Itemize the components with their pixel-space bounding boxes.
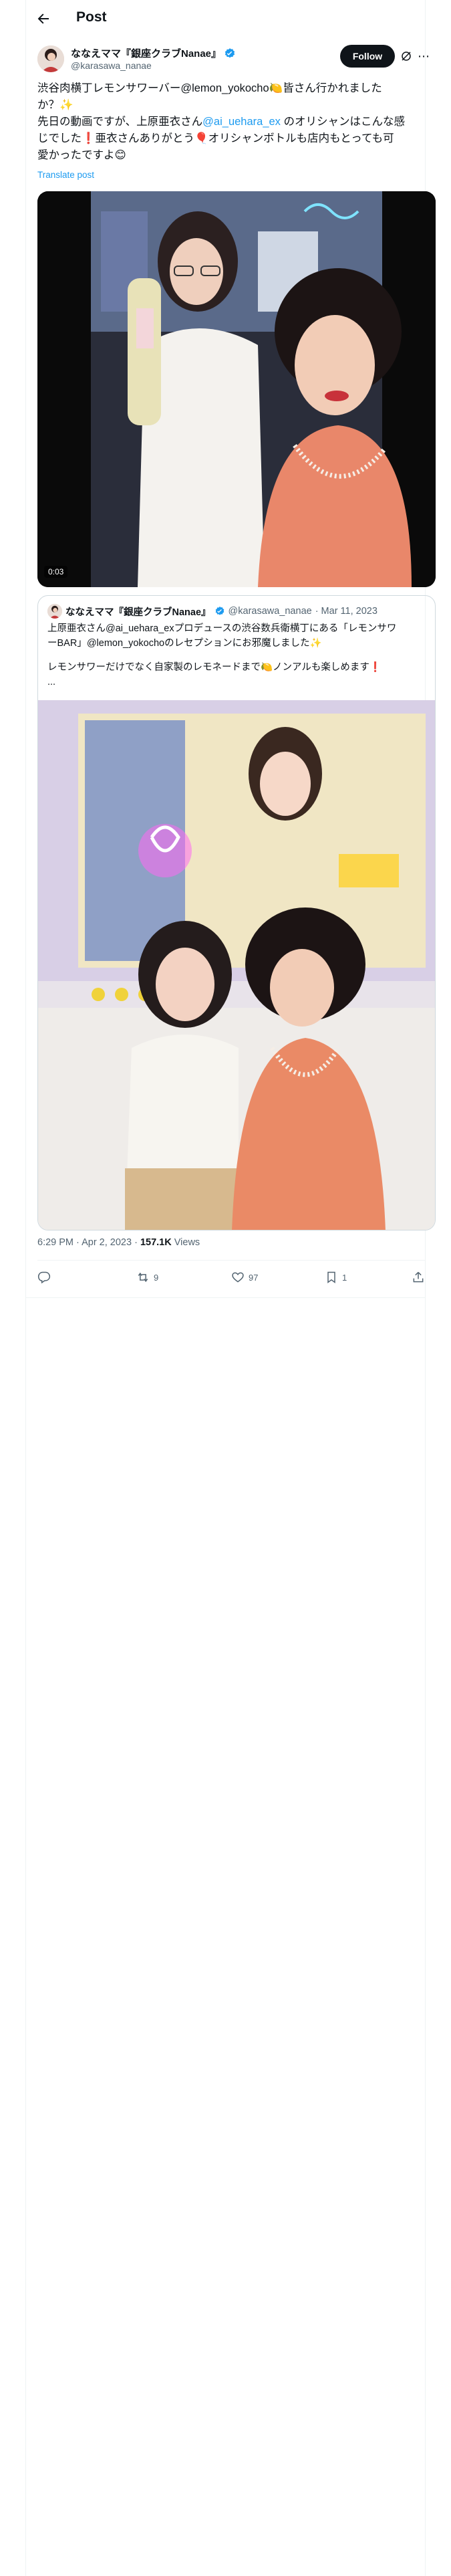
grok-icon[interactable]	[400, 50, 412, 62]
more-options-icon[interactable]: ⋯	[418, 49, 430, 64]
repost-button[interactable]: 9	[136, 1271, 158, 1284]
share-icon	[413, 1271, 424, 1283]
bookmark-button[interactable]: 1	[325, 1271, 347, 1284]
quoted-line-1: 上原亜衣さん@ai_uehara_exプロデュースの渋谷数兵衛横丁にある「レモン…	[47, 623, 397, 634]
video-frame-image	[37, 191, 436, 587]
quoted-line-2: ーBAR」@lemon_yokochoのレセプションにお邪魔しました✨	[47, 638, 322, 649]
column-border-left	[25, 0, 26, 2576]
quoted-author-handle: @karasawa_nanae	[228, 606, 312, 617]
verified-badge-icon	[224, 47, 235, 58]
like-button[interactable]: 97	[231, 1271, 258, 1284]
like-count: 97	[249, 1272, 259, 1283]
avatar[interactable]	[37, 45, 64, 72]
post-text: 渋谷肉横丁レモンサワーバー@lemon_yokocho🍋皆さん行かれました か？…	[37, 80, 418, 164]
follow-button[interactable]: Follow	[340, 45, 395, 68]
author-name[interactable]: ななえママ『銀座クラブNanae』	[71, 46, 221, 60]
quoted-text: 上原亜衣さん@ai_uehara_exプロデュースの渋谷数兵衛横丁にある「レモン…	[47, 621, 428, 689]
mention-link[interactable]: @ai_uehara_ex	[202, 116, 281, 128]
back-arrow-icon[interactable]	[35, 11, 51, 27]
post-timestamp: 6:29 PM · Apr 2, 2023 · 157.1K Views	[37, 1237, 200, 1248]
author-handle[interactable]: @karasawa_nanae	[71, 60, 152, 71]
video-player[interactable]: 0:03	[37, 191, 436, 587]
verified-badge-icon	[215, 607, 224, 615]
post-line-2: か？✨	[37, 99, 73, 111]
post-line-4: じでした❗️亜衣さんありがとう🎈オリシャンボトルも店内もとっても可	[37, 132, 394, 144]
bookmark-icon	[327, 1271, 335, 1283]
quoted-line-3: レモンサワーだけでなく自家製のレモネードまで🍋ノンアルも楽しめます❗️	[47, 662, 382, 673]
translate-post-link[interactable]: Translate post	[37, 170, 94, 180]
reply-button[interactable]	[37, 1271, 51, 1284]
action-bar: 9 97 1	[37, 1265, 425, 1297]
video-duration: 0:03	[44, 566, 68, 578]
reply-icon	[37, 1271, 51, 1284]
bookmark-count: 1	[342, 1272, 347, 1283]
page-title: Post	[76, 9, 107, 25]
top-bar: Post	[26, 0, 425, 37]
divider	[26, 1297, 425, 1298]
share-button[interactable]	[412, 1271, 425, 1284]
quoted-line-4: ...	[47, 677, 56, 687]
heart-icon	[232, 1272, 244, 1283]
divider	[37, 1260, 425, 1261]
quoted-author-name: ななえママ『銀座クラブNanae』	[65, 607, 211, 618]
quoted-date: · Mar 11, 2023	[315, 606, 378, 617]
repost-count: 9	[154, 1272, 159, 1283]
quoted-avatar	[47, 604, 62, 619]
post-line-3: 先日の動画ですが、上原亜衣さん@ai_uehara_ex のオリシャンはこんな感	[37, 116, 406, 128]
post-author: ななえママ『銀座クラブNanae』 @karasawa_nanae Follow…	[37, 44, 430, 75]
quoted-post[interactable]: ななえママ『銀座クラブNanae』 @karasawa_nanae · Mar …	[37, 595, 436, 1230]
post-line-1: 渋谷肉横丁レモンサワーバー@lemon_yokocho🍋皆さん行かれました	[37, 82, 382, 94]
views-count: 157.1K	[140, 1237, 172, 1248]
repost-icon	[138, 1272, 148, 1283]
post-line-5: 愛かったですよ😊	[37, 149, 126, 161]
quoted-photo[interactable]	[38, 700, 435, 1230]
